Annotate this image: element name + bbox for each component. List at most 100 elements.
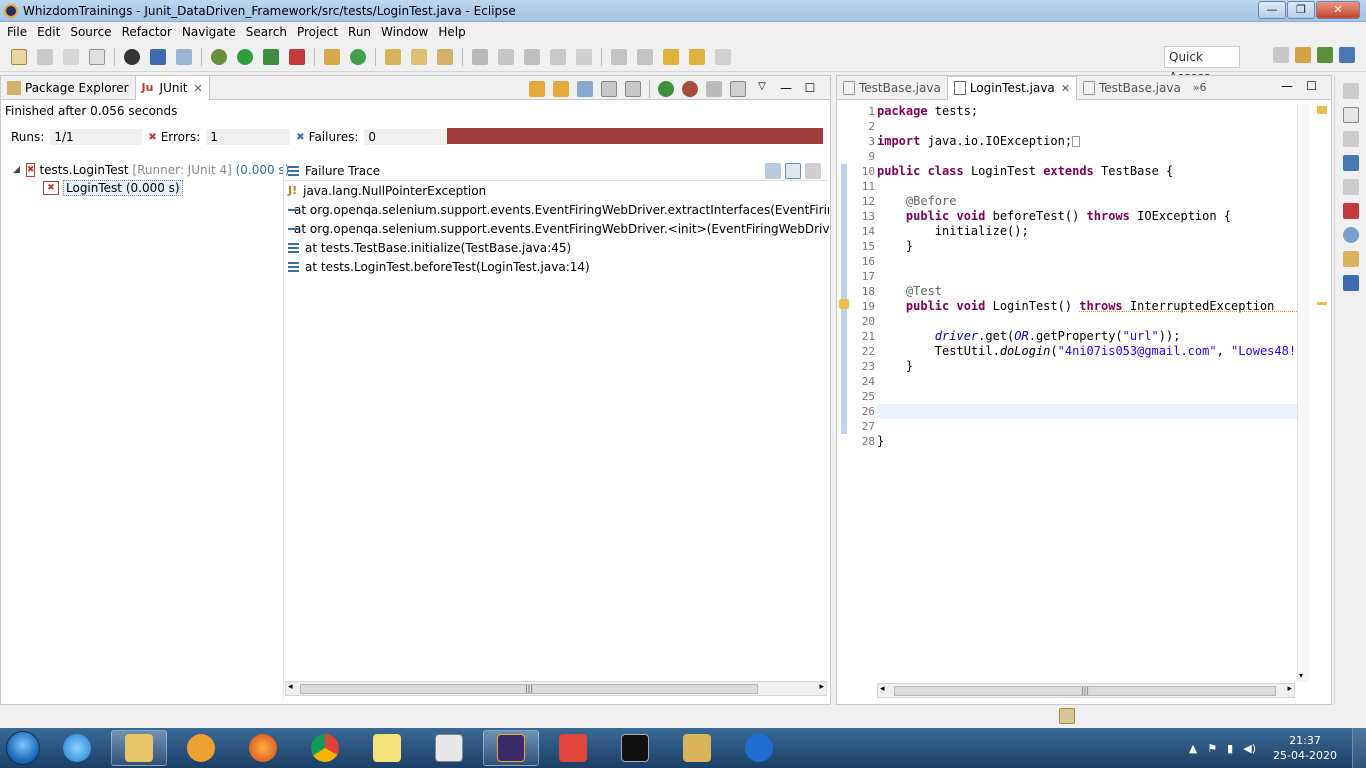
clock[interactable]: 21:37 25-04-2020 bbox=[1270, 733, 1340, 763]
taskbar-jmeter[interactable] bbox=[421, 730, 477, 766]
scroll-lock-icon[interactable] bbox=[601, 81, 617, 97]
taskbar-git[interactable] bbox=[545, 730, 601, 766]
taskbar-media[interactable] bbox=[173, 730, 229, 766]
trace-line[interactable]: at tests.TestBase.initialize(TestBase.ja… bbox=[284, 238, 829, 257]
expand-icon[interactable]: ◢ bbox=[13, 165, 20, 175]
restore-icon[interactable] bbox=[1342, 179, 1359, 195]
menu-search[interactable]: Search bbox=[241, 25, 292, 39]
last-edit-icon[interactable] bbox=[663, 49, 679, 65]
taskbar-eclipse[interactable] bbox=[483, 730, 539, 766]
scroll-right-icon[interactable]: ▸ bbox=[1287, 684, 1292, 694]
scroll-thumb[interactable]: ||| bbox=[300, 684, 758, 694]
show-failures-only-icon[interactable] bbox=[577, 81, 593, 97]
block-select-icon[interactable] bbox=[550, 49, 566, 65]
show-hidden-icons-icon[interactable]: ▲ bbox=[1189, 742, 1197, 755]
trace-line[interactable]: J! java.lang.NullPointerException bbox=[284, 181, 829, 200]
show-desktop-button[interactable] bbox=[1352, 728, 1366, 768]
minimize-editor-icon[interactable]: — bbox=[1281, 79, 1293, 93]
compare-result-icon[interactable] bbox=[765, 162, 781, 179]
scroll-down-icon[interactable]: ▾ bbox=[1299, 671, 1303, 680]
javadoc-icon[interactable] bbox=[1342, 227, 1359, 243]
tree-child-row[interactable]: ✖ LoginTest (0.000 s) bbox=[1, 179, 279, 197]
editor-tab-testbase[interactable]: TestBase.java bbox=[837, 76, 947, 100]
tab-junit[interactable]: Ju JUnit ✕ bbox=[134, 75, 210, 100]
problems-icon[interactable] bbox=[1342, 203, 1359, 219]
minimize-view-icon[interactable]: — bbox=[778, 81, 794, 97]
next-annotation-icon[interactable] bbox=[611, 49, 627, 65]
view-menu-icon[interactable]: ▽ bbox=[754, 81, 770, 97]
filter-stack-icon[interactable] bbox=[785, 162, 801, 179]
open-folder-icon[interactable] bbox=[411, 49, 427, 65]
whitespace-icon[interactable] bbox=[576, 49, 592, 65]
user-icon[interactable] bbox=[124, 49, 140, 65]
close-icon[interactable]: ✕ bbox=[194, 82, 203, 95]
pin-icon[interactable] bbox=[472, 49, 488, 65]
debug-perspective-icon[interactable] bbox=[1317, 47, 1333, 63]
restore-icon[interactable] bbox=[1342, 83, 1359, 99]
forward-icon[interactable] bbox=[715, 49, 731, 65]
menu-edit[interactable]: Edit bbox=[32, 25, 65, 39]
taskbar-cmd[interactable] bbox=[607, 730, 663, 766]
menu-file[interactable]: File bbox=[2, 25, 32, 39]
taskbar-teamviewer[interactable] bbox=[731, 730, 787, 766]
new-package-icon[interactable] bbox=[324, 49, 340, 65]
maximize-view-icon[interactable]: ☐ bbox=[802, 81, 818, 97]
external-tools-icon[interactable] bbox=[289, 49, 305, 65]
new-icon[interactable] bbox=[11, 49, 27, 65]
next-failure-icon[interactable] bbox=[529, 81, 545, 97]
java-ee-perspective-icon[interactable] bbox=[1295, 47, 1311, 63]
previous-failure-icon[interactable] bbox=[553, 81, 569, 97]
scroll-left-icon[interactable]: ◂ bbox=[288, 682, 293, 692]
quick-access-field[interactable]: Quick Access bbox=[1164, 46, 1240, 84]
taskbar-firefox[interactable] bbox=[235, 730, 291, 766]
minimize-button[interactable]: — bbox=[1258, 1, 1286, 19]
menu-run[interactable]: Run bbox=[343, 25, 376, 39]
copy-trace-icon[interactable] bbox=[805, 162, 821, 179]
save-icon[interactable] bbox=[37, 49, 53, 65]
declaration-icon[interactable] bbox=[1342, 251, 1359, 267]
updates-icon[interactable] bbox=[1059, 708, 1075, 724]
menu-navigate[interactable]: Navigate bbox=[177, 25, 241, 39]
rerun-test-icon[interactable] bbox=[658, 81, 674, 97]
task-list-icon[interactable] bbox=[1342, 107, 1359, 123]
editor-horizontal-scrollbar[interactable]: ◂ ||| ▸ bbox=[877, 683, 1295, 698]
overview-warning-icon[interactable] bbox=[1317, 302, 1327, 305]
trace-horizontal-scrollbar[interactable]: ◂ ||| ▸ bbox=[285, 681, 827, 696]
rerun-failed-first-icon[interactable] bbox=[682, 81, 698, 97]
taskbar-notes[interactable] bbox=[359, 730, 415, 766]
terminal-icon[interactable] bbox=[150, 49, 166, 65]
taskbar-explorer[interactable] bbox=[111, 730, 167, 766]
outline-icon[interactable] bbox=[1342, 155, 1359, 171]
run-icon[interactable] bbox=[237, 49, 253, 65]
skip-breakpoints-icon[interactable] bbox=[176, 49, 192, 65]
editor-tab-overflow[interactable]: »6 bbox=[1187, 76, 1213, 100]
open-type-icon[interactable] bbox=[385, 49, 401, 65]
scroll-left-icon[interactable]: ◂ bbox=[880, 684, 885, 694]
editor-vertical-scrollbar[interactable]: ▾ bbox=[1297, 104, 1309, 682]
console-view-icon[interactable] bbox=[1342, 275, 1359, 291]
annotation-icon[interactable] bbox=[524, 49, 540, 65]
action-center-icon[interactable]: ⚑ bbox=[1207, 742, 1217, 755]
start-button[interactable] bbox=[0, 728, 46, 768]
save-all-icon[interactable] bbox=[63, 49, 79, 65]
search-icon[interactable] bbox=[437, 49, 453, 65]
scroll-thumb[interactable]: ||| bbox=[894, 686, 1276, 696]
trace-line[interactable]: at org.openqa.selenium.support.events.Ev… bbox=[284, 219, 829, 238]
new-class-icon[interactable] bbox=[350, 49, 366, 65]
prev-annotation-icon[interactable] bbox=[637, 49, 653, 65]
warning-marker-icon[interactable] bbox=[839, 299, 849, 309]
trace-line[interactable]: at org.openqa.selenium.support.events.Ev… bbox=[284, 200, 829, 219]
menu-help[interactable]: Help bbox=[433, 25, 470, 39]
brush-icon[interactable] bbox=[498, 49, 514, 65]
close-icon[interactable]: ✕ bbox=[1061, 82, 1070, 95]
taskbar-archive[interactable] bbox=[669, 730, 725, 766]
menu-refactor[interactable]: Refactor bbox=[117, 25, 177, 39]
volume-icon[interactable]: ◀) bbox=[1243, 742, 1256, 755]
open-perspective-icon[interactable] bbox=[1273, 47, 1289, 63]
network-icon[interactable]: ▮ bbox=[1227, 742, 1233, 755]
coverage-icon[interactable] bbox=[263, 49, 279, 65]
java-perspective-icon[interactable] bbox=[1339, 47, 1355, 63]
taskbar-ie[interactable] bbox=[49, 730, 105, 766]
folded-imports-icon[interactable] bbox=[1072, 136, 1081, 147]
taskbar-chrome[interactable] bbox=[297, 730, 353, 766]
